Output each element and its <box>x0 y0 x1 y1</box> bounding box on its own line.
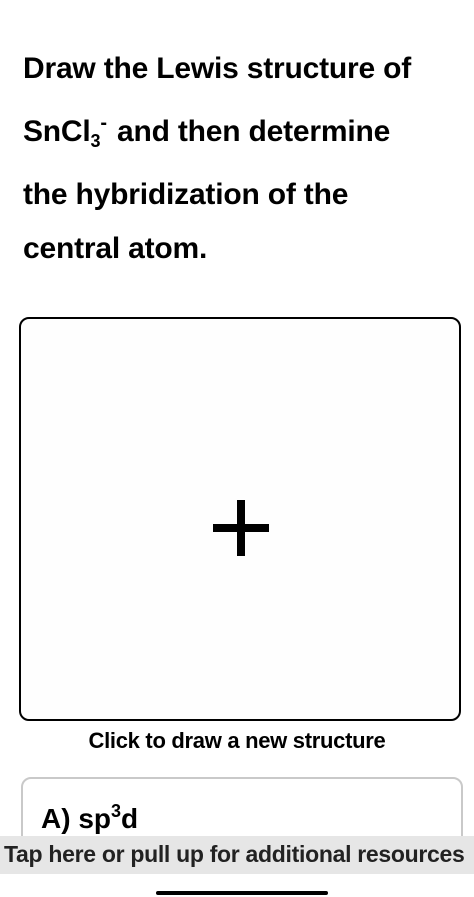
question-line-1: Draw the Lewis structure of <box>23 52 412 85</box>
formula-subscript: 3 <box>90 131 101 151</box>
page: Draw the Lewis structure of SnCl3- and t… <box>0 0 474 897</box>
draw-structure-caption[interactable]: Click to draw a new structure <box>0 728 474 754</box>
plus-icon[interactable] <box>213 500 269 556</box>
question-line-4: central atom. <box>23 232 208 265</box>
option-superscript: 3 <box>111 801 122 821</box>
question-line-3: the hybridization of the <box>23 178 349 211</box>
chemical-formula: SnCl3- <box>23 112 109 151</box>
question-line-2: SnCl3- and then determine <box>23 96 463 168</box>
additional-resources-text: Tap here or pull up for additional resou… <box>4 841 465 867</box>
answer-option-a-label: A) sp3d <box>41 801 138 835</box>
question-line-2-rest: and then determine <box>108 115 391 148</box>
option-prefix: A) sp <box>41 803 111 834</box>
formula-main: SnCl <box>23 115 91 148</box>
additional-resources-bar[interactable]: Tap here or pull up for additional resou… <box>0 836 474 874</box>
home-indicator[interactable] <box>156 891 328 895</box>
option-suffix: d <box>121 803 139 834</box>
formula-superscript: - <box>100 112 107 134</box>
question-text: Draw the Lewis structure of SnCl3- and t… <box>23 42 463 276</box>
